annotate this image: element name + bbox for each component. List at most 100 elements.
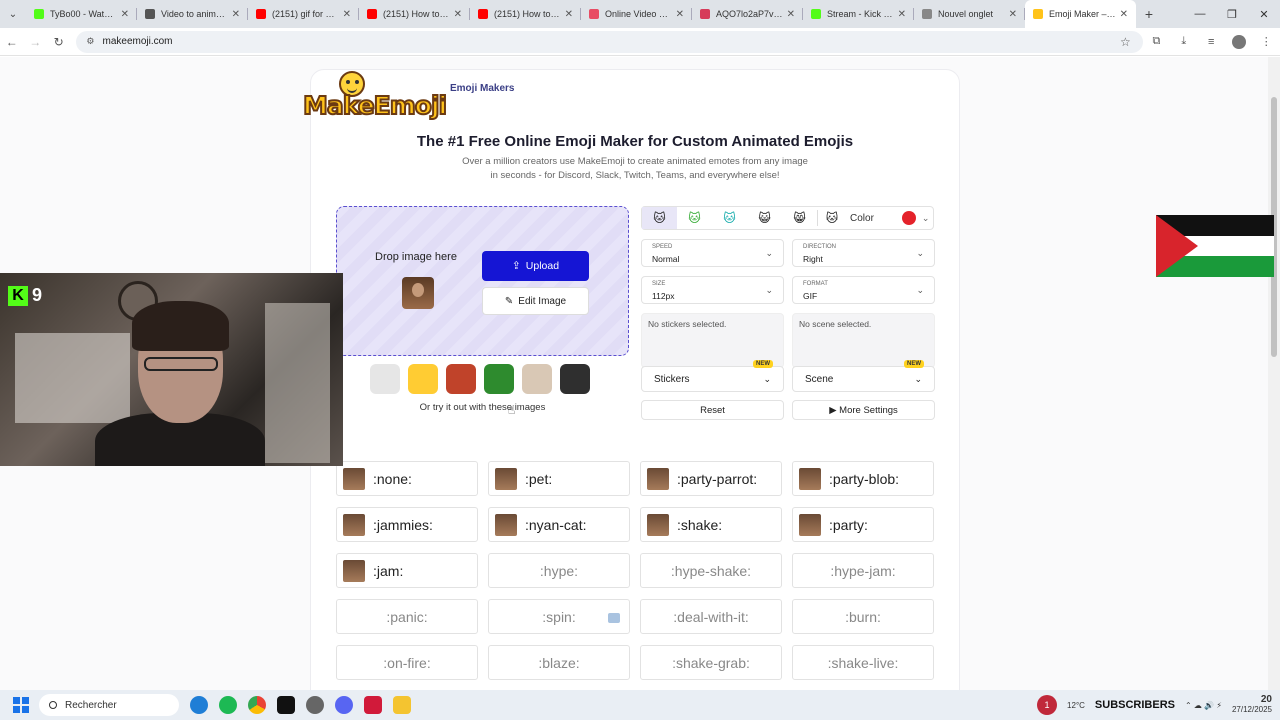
chrome-icon[interactable] bbox=[248, 696, 266, 714]
emoji-style-option[interactable]: :party: bbox=[792, 507, 934, 542]
browser-tab[interactable]: Video to animate ✕ bbox=[137, 0, 248, 28]
browser-tab[interactable]: (2151) How to co ✕ bbox=[359, 0, 470, 28]
reading-list-icon[interactable]: ≡ bbox=[1198, 36, 1225, 48]
sample-image[interactable] bbox=[370, 364, 400, 394]
tab-title: AQO7lo2aP7vukd bbox=[716, 9, 783, 19]
format-select[interactable]: Format GIF ⌄ bbox=[792, 276, 935, 304]
extensions-icon[interactable]: ⧉ bbox=[1143, 35, 1170, 48]
profile-avatar[interactable] bbox=[1231, 34, 1246, 49]
tray-icons[interactable]: ⌃ ☁ 🔊 ⚡ bbox=[1185, 701, 1222, 710]
emoji-style-option[interactable]: :nyan-cat: bbox=[488, 507, 630, 542]
sample-image[interactable] bbox=[408, 364, 438, 394]
variant-cat-green-icon[interactable]: 🐱 bbox=[677, 207, 712, 229]
emoji-style-option[interactable]: :none: bbox=[336, 461, 478, 496]
reload-icon[interactable]: ↻ bbox=[47, 35, 70, 49]
spotify-icon[interactable] bbox=[219, 696, 237, 714]
browser-tab[interactable]: AQO7lo2aP7vukd ✕ bbox=[692, 0, 803, 28]
close-icon[interactable]: ✕ bbox=[1248, 0, 1280, 28]
notification-badge[interactable]: 1 bbox=[1037, 695, 1058, 715]
stickers-dropdown[interactable]: Stickers ⌄ NEW bbox=[641, 360, 784, 392]
taskbar-search[interactable]: Rechercher bbox=[39, 694, 179, 716]
emoji-style-option[interactable]: :on-fire: bbox=[336, 645, 478, 680]
browser-tab[interactable]: (2151) How to Co ✕ bbox=[470, 0, 581, 28]
emoji-style-option[interactable]: :burn: bbox=[792, 599, 934, 634]
url-field[interactable]: ⚙ makeemoji.com ☆ bbox=[76, 30, 1143, 53]
more-settings-button[interactable]: ▶ More Settings bbox=[792, 400, 935, 420]
file-explorer-icon[interactable] bbox=[393, 696, 411, 714]
emoji-style-option[interactable]: :party-parrot: bbox=[640, 461, 782, 496]
sample-image[interactable] bbox=[484, 364, 514, 394]
windows-start-icon[interactable] bbox=[13, 697, 29, 713]
size-select[interactable]: Size 112px ⌄ bbox=[641, 276, 784, 304]
browser-tab[interactable]: (2151) gif for stre ✕ bbox=[248, 0, 359, 28]
tab-close-icon[interactable]: ✕ bbox=[121, 9, 129, 20]
browser-tab[interactable]: Stream - Kick Da ✕ bbox=[803, 0, 914, 28]
emoji-style-option[interactable]: :panic: bbox=[336, 599, 478, 634]
direction-select[interactable]: Direction Right ⌄ bbox=[792, 239, 935, 267]
emoji-style-option[interactable]: :shake-grab: bbox=[640, 645, 782, 680]
browser-tab[interactable]: Online Video Con ✕ bbox=[581, 0, 692, 28]
taskbar-clock[interactable]: 20 27/12/2025 bbox=[1232, 695, 1272, 715]
emoji-style-option[interactable]: :jam: bbox=[336, 553, 478, 588]
image-drop-zone[interactable]: Drop image here ⇪ Upload ✎ Edit Image bbox=[336, 206, 629, 356]
forward-icon[interactable]: → bbox=[23, 35, 46, 49]
reset-button[interactable]: Reset bbox=[641, 400, 784, 420]
download-icon[interactable]: ⤓ bbox=[1170, 35, 1197, 48]
minimize-icon[interactable]: — bbox=[1184, 0, 1216, 28]
emoji-style-option[interactable]: :shake-live: bbox=[792, 645, 934, 680]
tab-close-icon[interactable]: ✕ bbox=[343, 9, 351, 20]
sample-image[interactable] bbox=[446, 364, 476, 394]
tab-close-icon[interactable]: ✕ bbox=[676, 9, 684, 20]
discord-icon[interactable] bbox=[335, 696, 353, 714]
emoji-style-label: :party-parrot: bbox=[677, 470, 758, 487]
bookmark-star-icon[interactable]: ☆ bbox=[1120, 35, 1131, 49]
tab-close-icon[interactable]: ✕ bbox=[232, 9, 240, 20]
color-swatch[interactable] bbox=[901, 211, 916, 225]
back-icon[interactable]: ← bbox=[0, 35, 23, 49]
menu-icon[interactable]: ⋮ bbox=[1253, 35, 1280, 48]
tab-close-icon[interactable]: ✕ bbox=[1009, 9, 1017, 20]
emoji-style-option[interactable]: :pet: bbox=[488, 461, 630, 496]
site-info-icon[interactable]: ⚙ bbox=[86, 36, 94, 47]
browser-tab[interactable]: Emoji Maker – Cr ✕ bbox=[1025, 0, 1136, 28]
speed-select[interactable]: Speed Normal ⌄ bbox=[641, 239, 784, 267]
emoji-style-option[interactable]: :spin: bbox=[488, 599, 630, 634]
browser-tab[interactable]: Nouvel onglet ✕ bbox=[914, 0, 1025, 28]
scene-dropdown[interactable]: Scene ⌄ NEW bbox=[792, 360, 935, 392]
variant-cat-rainbow-icon[interactable]: 😺 bbox=[747, 207, 782, 229]
makeemoji-logo[interactable]: MakeEmoji bbox=[302, 71, 448, 121]
tab-close-icon[interactable]: ✕ bbox=[1120, 9, 1128, 20]
variant-cat-white-icon[interactable]: 🐱 bbox=[642, 207, 677, 229]
emoji-style-option[interactable]: :party-blob: bbox=[792, 461, 934, 496]
sample-image[interactable] bbox=[522, 364, 552, 394]
tab-close-icon[interactable]: ✕ bbox=[565, 9, 573, 20]
maximize-icon[interactable]: ❐ bbox=[1216, 0, 1248, 28]
emoji-style-option[interactable]: :hype-shake: bbox=[640, 553, 782, 588]
edit-image-button[interactable]: ✎ Edit Image bbox=[482, 287, 589, 315]
emoji-style-option[interactable]: :shake: bbox=[640, 507, 782, 542]
tab-close-icon[interactable]: ✕ bbox=[454, 9, 462, 20]
emoji-style-option[interactable]: :hype-jam: bbox=[792, 553, 934, 588]
variant-cat-teal-icon[interactable]: 🐱 bbox=[712, 207, 747, 229]
tab-search-icon[interactable]: ⌄ bbox=[0, 0, 26, 28]
emoji-style-option[interactable]: :deal-with-it: bbox=[640, 599, 782, 634]
tab-close-icon[interactable]: ✕ bbox=[898, 9, 906, 20]
app-icon[interactable] bbox=[364, 696, 382, 714]
tiktok-icon[interactable] bbox=[277, 696, 295, 714]
color-label: Color bbox=[850, 212, 874, 224]
chevron-down-icon[interactable]: ⌄ bbox=[922, 213, 930, 224]
upload-button[interactable]: ⇪ Upload bbox=[482, 251, 589, 281]
emoji-style-option[interactable]: :hype: bbox=[488, 553, 630, 588]
weather[interactable]: 12°C bbox=[1067, 701, 1085, 710]
edge-icon[interactable] bbox=[190, 696, 208, 714]
new-tab-button[interactable]: + bbox=[1136, 0, 1162, 28]
emoji-style-option[interactable]: :jammies: bbox=[336, 507, 478, 542]
emoji-style-option[interactable]: :blaze: bbox=[488, 645, 630, 680]
obs-icon[interactable] bbox=[306, 696, 324, 714]
page-scrollbar[interactable] bbox=[1268, 57, 1280, 690]
browser-tab[interactable]: TyBo00 - Watch t ✕ bbox=[26, 0, 137, 28]
nav-emoji-makers[interactable]: Emoji Makers bbox=[450, 83, 514, 94]
sample-image[interactable] bbox=[560, 364, 590, 394]
tab-close-icon[interactable]: ✕ bbox=[787, 9, 795, 20]
variant-cat-lime-icon[interactable]: 😸 bbox=[782, 207, 817, 229]
